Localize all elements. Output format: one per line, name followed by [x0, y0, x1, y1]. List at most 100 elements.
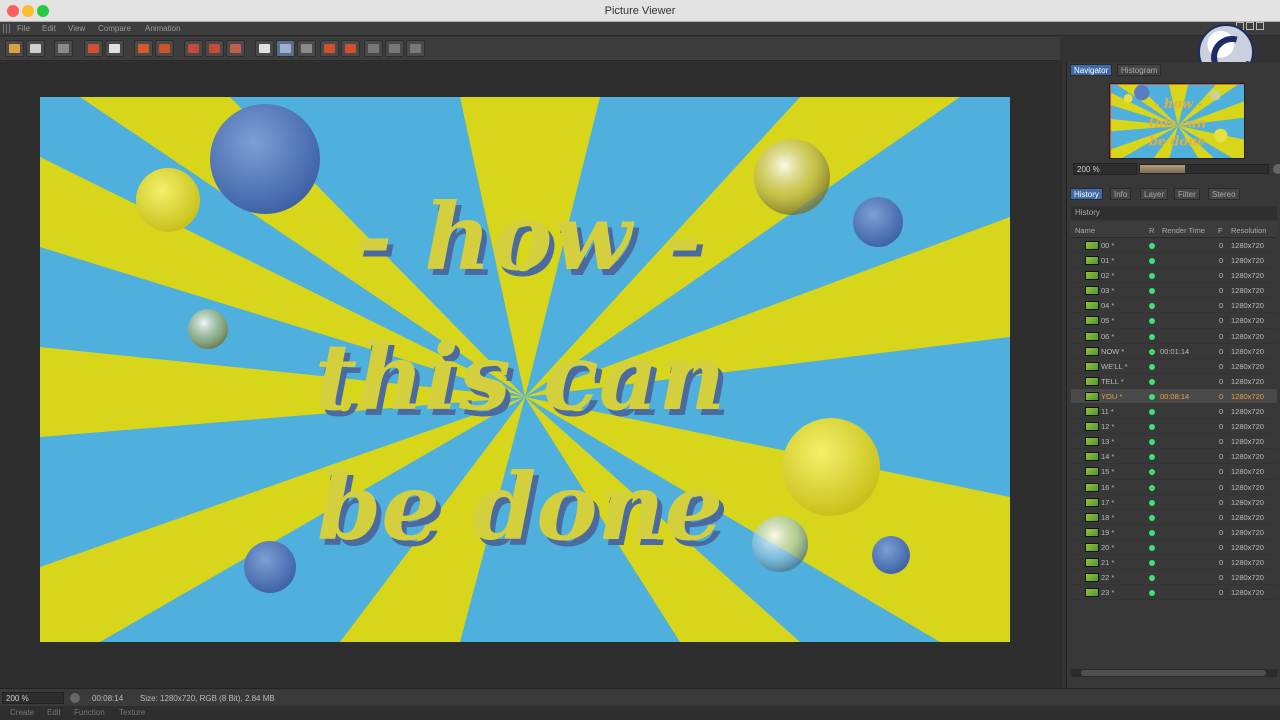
tab-navigator[interactable]: Navigator [1070, 64, 1113, 76]
tab-layer[interactable]: Layer [1140, 188, 1169, 200]
table-row[interactable]: 11 * 0 1280x720 [1071, 404, 1277, 420]
col-render-time[interactable]: Render Time [1162, 226, 1205, 235]
row-name: 04 * [1101, 301, 1115, 311]
render-status-dot [1149, 469, 1155, 476]
col-name[interactable]: Name [1075, 226, 1095, 235]
user-render-icon[interactable] [105, 40, 124, 57]
render-status-dot [1149, 514, 1155, 521]
table-row[interactable]: 02 * 0 1280x720 [1071, 268, 1277, 284]
stereo-icon[interactable] [385, 40, 404, 57]
render-status-dot [1149, 409, 1155, 416]
row-f: 0 [1219, 286, 1224, 296]
table-row[interactable]: 20 * 0 1280x720 [1071, 540, 1277, 555]
menu-view[interactable]: View [68, 24, 85, 33]
table-row[interactable]: 04 * 0 1280x720 [1071, 298, 1277, 314]
tab-stereo[interactable]: Stereo [1208, 188, 1240, 200]
table-row[interactable]: 14 * 0 1280x720 [1071, 449, 1277, 465]
scrollbar-thumb[interactable] [1081, 670, 1266, 676]
global-render-icon[interactable] [226, 40, 245, 57]
table-row[interactable]: 19 * 0 1280x720 [1071, 525, 1277, 540]
image-viewport[interactable]: - how - - how - this can this can be don… [0, 62, 1062, 688]
status-play-icon[interactable] [70, 693, 80, 703]
layer-red-icon[interactable] [134, 40, 153, 57]
grip-icon[interactable] [3, 24, 11, 33]
table-row[interactable]: 22 * 0 1280x720 [1071, 570, 1277, 586]
navigator-zoom-slider[interactable] [1139, 164, 1269, 174]
col-resolution[interactable]: Resolution [1231, 226, 1266, 235]
bottom-menu-create[interactable]: Create [10, 708, 34, 717]
swap-icon[interactable] [297, 40, 316, 57]
save-icon[interactable] [26, 40, 45, 57]
row-f: 0 [1219, 391, 1224, 401]
region-alt-icon[interactable] [205, 40, 224, 57]
zoom-slider-fill [1140, 165, 1185, 173]
history-scrollbar[interactable] [1071, 669, 1277, 677]
grid-icon[interactable] [406, 40, 425, 57]
row-thumbnail [1085, 241, 1099, 250]
table-row[interactable]: 06 * 0 1280x720 [1071, 329, 1277, 344]
table-row[interactable]: 00 * 0 1280x720 [1071, 238, 1277, 254]
status-zoom-field[interactable]: 200 % [2, 692, 64, 704]
layer-blue-icon[interactable] [155, 40, 174, 57]
table-row[interactable]: TELL * 0 1280x720 [1071, 374, 1277, 389]
table-row[interactable]: WE'LL * 0 1280x720 [1071, 359, 1277, 374]
table-row[interactable]: 03 * 0 1280x720 [1071, 283, 1277, 299]
split-view-icon[interactable] [276, 40, 295, 57]
zoom-play-icon[interactable] [1273, 164, 1280, 174]
table-row[interactable]: NOW * 00:01:14 0 1280x720 [1071, 344, 1277, 359]
col-f[interactable]: F [1218, 226, 1223, 235]
render-line-3: be done [317, 453, 723, 561]
row-name: NOW * [1101, 346, 1125, 356]
history-table-header: Name R Render Time F Resolution [1071, 222, 1277, 238]
compare-ab-icon[interactable] [255, 40, 274, 57]
navigator-zoom-field[interactable]: 200 % [1073, 163, 1137, 175]
tab-info[interactable]: Info [1110, 188, 1132, 200]
menu-compare[interactable]: Compare [98, 24, 131, 33]
tab-filter[interactable]: Filter [1174, 188, 1200, 200]
table-row[interactable]: 05 * 0 1280x720 [1071, 313, 1277, 329]
status-info: Size: 1280x720, RGB (8 Bit), 2.84 MB [140, 694, 275, 703]
navigator-thumbnail[interactable]: - how - this can be done [1109, 83, 1245, 159]
table-row[interactable]: 23 * 0 1280x720 [1071, 585, 1277, 601]
row-f: 0 [1219, 346, 1224, 356]
render-status-dot [1149, 499, 1155, 506]
tab-histogram[interactable]: Histogram [1117, 64, 1162, 76]
bottom-menu-texture[interactable]: Texture [119, 708, 145, 717]
table-row[interactable]: 17 * 0 1280x720 [1071, 495, 1277, 510]
table-row[interactable]: YOU * 00:08:14 0 1280x720 [1071, 388, 1277, 405]
svg-text:this can: this can [1149, 117, 1206, 132]
menu-file[interactable]: File [17, 24, 30, 33]
row-thumbnail [1085, 437, 1099, 447]
col-r[interactable]: R [1149, 226, 1154, 235]
svg-text:be done: be done [1149, 135, 1206, 150]
open-icon[interactable] [5, 40, 24, 57]
table-row[interactable]: 01 * 0 1280x720 [1071, 253, 1277, 269]
render-status-dot [1149, 363, 1155, 370]
set-b-icon[interactable] [341, 40, 360, 57]
row-thumbnail [1085, 346, 1099, 356]
copy-icon[interactable] [54, 40, 73, 57]
row-resolution: 1280x720 [1231, 391, 1264, 401]
table-row[interactable]: 21 * 0 1280x720 [1071, 555, 1277, 571]
crop-icon[interactable] [84, 40, 103, 57]
tab-history[interactable]: History [1070, 188, 1103, 200]
row-resolution: 1280x720 [1231, 331, 1264, 341]
row-name: WE'LL * [1101, 361, 1128, 371]
bottom-menu-edit[interactable]: Edit [47, 708, 61, 717]
table-row[interactable]: 15 * 0 1280x720 [1071, 464, 1277, 480]
row-thumbnail [1085, 482, 1099, 492]
set-a-icon[interactable] [320, 40, 339, 57]
row-name: 11 * [1101, 407, 1114, 417]
table-row[interactable]: 16 * 0 1280x720 [1071, 480, 1277, 495]
table-row[interactable]: 18 * 0 1280x720 [1071, 510, 1277, 525]
table-row[interactable]: 12 * 0 1280x720 [1071, 419, 1277, 435]
table-row[interactable]: 13 * 0 1280x720 [1071, 434, 1277, 450]
row-thumbnail [1085, 316, 1099, 326]
filter-icon[interactable] [364, 40, 383, 57]
menu-animation[interactable]: Animation [145, 24, 181, 33]
row-f: 0 [1219, 331, 1224, 341]
bottom-menu-function[interactable]: Function [74, 708, 105, 717]
region-icon[interactable] [184, 40, 203, 57]
render-line-1: - how - [354, 183, 702, 291]
menu-edit[interactable]: Edit [42, 24, 56, 33]
